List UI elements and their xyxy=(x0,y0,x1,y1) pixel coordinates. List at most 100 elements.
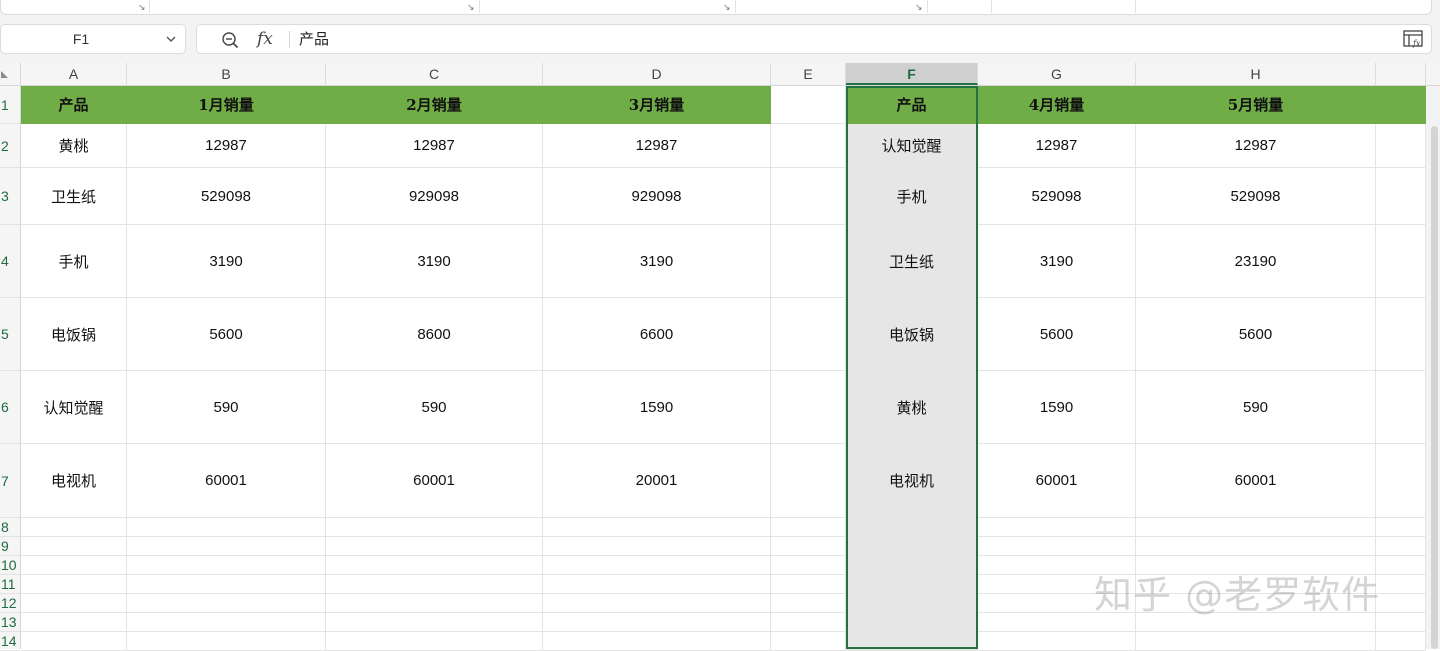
cell-d5[interactable]: 6600 xyxy=(543,298,771,371)
row-header-3[interactable]: 3 xyxy=(0,168,20,225)
cell-c9[interactable] xyxy=(326,537,543,556)
cell-next-column[interactable] xyxy=(1376,168,1426,225)
cell-f13[interactable] xyxy=(846,613,978,632)
cell-f11[interactable] xyxy=(846,575,978,594)
dialog-launcher-icon[interactable]: ↘ xyxy=(723,2,731,12)
cell-h1[interactable]: 5月销量 xyxy=(1136,86,1376,124)
cell-e8[interactable] xyxy=(771,518,846,537)
cell-b5[interactable]: 5600 xyxy=(127,298,326,371)
cell-f6[interactable]: 黄桃 xyxy=(846,371,978,444)
row-header-7[interactable]: 7 xyxy=(0,444,20,518)
cell-d11[interactable] xyxy=(543,575,771,594)
cell-e4[interactable] xyxy=(771,225,846,298)
cell-b4[interactable]: 3190 xyxy=(127,225,326,298)
dialog-launcher-icon[interactable]: ↘ xyxy=(915,2,923,12)
cell-c1[interactable]: 2月销量 xyxy=(326,86,543,124)
cell-b12[interactable] xyxy=(127,594,326,613)
cell-c2[interactable]: 12987 xyxy=(326,124,543,168)
cell-e1[interactable] xyxy=(771,86,846,124)
row-header-5[interactable]: 5 xyxy=(0,298,20,371)
cell-e14[interactable] xyxy=(771,632,846,651)
cell-a13[interactable] xyxy=(21,613,127,632)
cell-a1[interactable]: 产品 xyxy=(21,86,127,124)
cell-g8[interactable] xyxy=(978,518,1136,537)
cell-e12[interactable] xyxy=(771,594,846,613)
cell-c11[interactable] xyxy=(326,575,543,594)
cell-h6[interactable]: 590 xyxy=(1136,371,1376,444)
cell-next-column[interactable] xyxy=(1376,537,1426,556)
column-header-c[interactable]: C xyxy=(326,63,543,85)
cell-f8[interactable] xyxy=(846,518,978,537)
cell-h8[interactable] xyxy=(1136,518,1376,537)
cell-e2[interactable] xyxy=(771,124,846,168)
cell-d12[interactable] xyxy=(543,594,771,613)
cell-d10[interactable] xyxy=(543,556,771,575)
cell-a4[interactable]: 手机 xyxy=(21,225,127,298)
name-box[interactable]: F1 xyxy=(0,24,186,54)
cell-next-column[interactable] xyxy=(1376,556,1426,575)
row-header-14[interactable]: 14 xyxy=(0,632,20,651)
row-header-6[interactable]: 6 xyxy=(0,371,20,444)
cell-reference[interactable]: F1 xyxy=(1,25,161,53)
formula-input[interactable]: fx 产品 fx xyxy=(196,24,1432,54)
row-header-1[interactable]: 1 xyxy=(0,86,20,124)
cell-f10[interactable] xyxy=(846,556,978,575)
cell-d13[interactable] xyxy=(543,613,771,632)
cell-b9[interactable] xyxy=(127,537,326,556)
cell-next-column[interactable] xyxy=(1376,444,1426,518)
row-header-11[interactable]: 11 xyxy=(0,575,20,594)
cell-f2[interactable]: 认知觉醒 xyxy=(846,124,978,168)
cell-next-column[interactable] xyxy=(1376,298,1426,371)
cell-a12[interactable] xyxy=(21,594,127,613)
cell-next-column[interactable] xyxy=(1376,371,1426,444)
cell-b2[interactable]: 12987 xyxy=(127,124,326,168)
chevron-down-icon[interactable] xyxy=(165,33,177,45)
cell-d9[interactable] xyxy=(543,537,771,556)
cell-d2[interactable]: 12987 xyxy=(543,124,771,168)
cell-f1[interactable]: 产品 xyxy=(846,86,978,124)
cell-e5[interactable] xyxy=(771,298,846,371)
cell-c14[interactable] xyxy=(326,632,543,651)
cell-h3[interactable]: 529098 xyxy=(1136,168,1376,225)
fx-icon[interactable]: fx xyxy=(257,28,273,50)
cell-b14[interactable] xyxy=(127,632,326,651)
cell-c6[interactable]: 590 xyxy=(326,371,543,444)
cell-c4[interactable]: 3190 xyxy=(326,225,543,298)
cell-b8[interactable] xyxy=(127,518,326,537)
cell-c10[interactable] xyxy=(326,556,543,575)
cell-a9[interactable] xyxy=(21,537,127,556)
cell-e11[interactable] xyxy=(771,575,846,594)
cell-b3[interactable]: 529098 xyxy=(127,168,326,225)
cell-b1[interactable]: 1月销量 xyxy=(127,86,326,124)
cell-next-column[interactable] xyxy=(1376,225,1426,298)
column-header-h[interactable]: H xyxy=(1136,63,1376,85)
cell-h2[interactable]: 12987 xyxy=(1136,124,1376,168)
cell-a5[interactable]: 电饭锅 xyxy=(21,298,127,371)
cell-g6[interactable]: 1590 xyxy=(978,371,1136,444)
cell-a10[interactable] xyxy=(21,556,127,575)
cell-h7[interactable]: 60001 xyxy=(1136,444,1376,518)
cell-f4[interactable]: 卫生纸 xyxy=(846,225,978,298)
cell-d7[interactable]: 20001 xyxy=(543,444,771,518)
cell-e9[interactable] xyxy=(771,537,846,556)
cell-next-column[interactable] xyxy=(1376,124,1426,168)
cell-b11[interactable] xyxy=(127,575,326,594)
cell-c12[interactable] xyxy=(326,594,543,613)
cell-c8[interactable] xyxy=(326,518,543,537)
cell-g5[interactable]: 5600 xyxy=(978,298,1136,371)
row-header-10[interactable]: 10 xyxy=(0,556,20,575)
cell-d14[interactable] xyxy=(543,632,771,651)
cell-h9[interactable] xyxy=(1136,537,1376,556)
cell-d3[interactable]: 929098 xyxy=(543,168,771,225)
cell-b6[interactable]: 590 xyxy=(127,371,326,444)
column-header-f[interactable]: F xyxy=(846,63,978,85)
cell-a11[interactable] xyxy=(21,575,127,594)
cell-c5[interactable]: 8600 xyxy=(326,298,543,371)
cell-c7[interactable]: 60001 xyxy=(326,444,543,518)
cell-a14[interactable] xyxy=(21,632,127,651)
cell-f7[interactable]: 电视机 xyxy=(846,444,978,518)
select-all-corner[interactable] xyxy=(0,63,21,85)
row-header-4[interactable]: 4 xyxy=(0,225,20,298)
cell-e10[interactable] xyxy=(771,556,846,575)
formula-content[interactable]: 产品 xyxy=(299,25,329,53)
